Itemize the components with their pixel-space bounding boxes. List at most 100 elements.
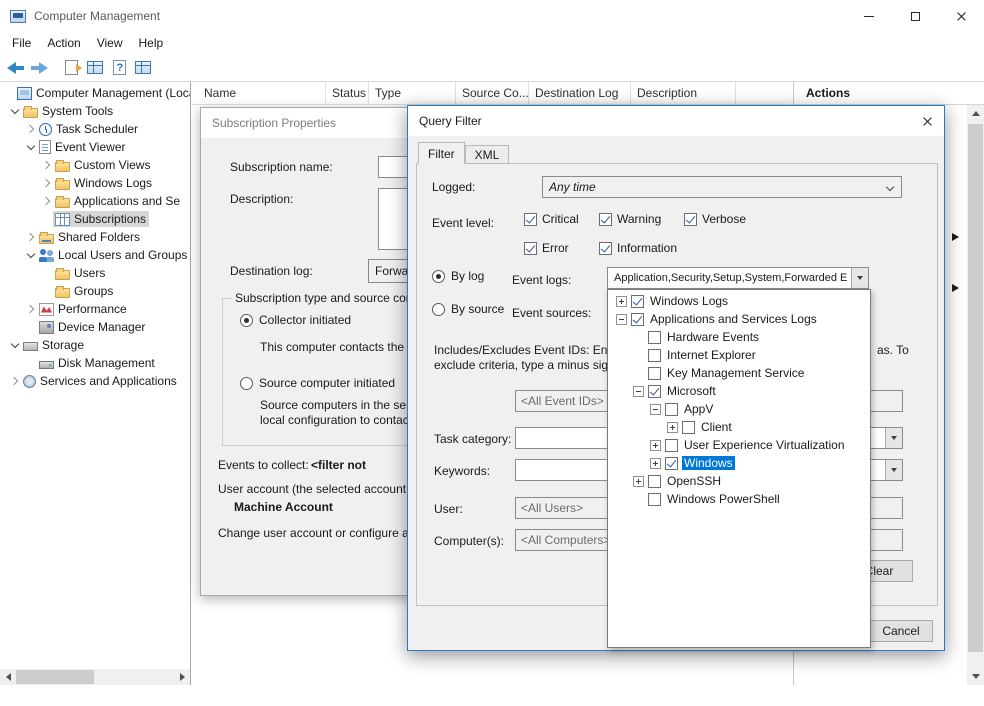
chevron-right-icon[interactable]	[24, 228, 37, 246]
vertical-scrollbar[interactable]	[967, 105, 984, 685]
column-header-status[interactable]: Status	[326, 82, 369, 104]
dropdown-button[interactable]	[885, 460, 902, 480]
checkbox-applications-and-services-logs[interactable]	[631, 313, 644, 326]
standard-view-button[interactable]	[132, 57, 154, 79]
tree-item-performance[interactable]: Performance	[0, 300, 190, 318]
checkbox-internet-explorer[interactable]	[648, 349, 661, 362]
scrollbar-thumb[interactable]	[968, 124, 983, 652]
tree-item-custom-views[interactable]: Custom Views	[0, 156, 190, 174]
log-tree-item-internet-explorer[interactable]: Internet Explorer	[608, 346, 870, 364]
dialog-close-button[interactable]	[911, 107, 943, 135]
column-header-name[interactable]: Name	[192, 82, 326, 104]
tab-filter[interactable]: Filter	[418, 142, 465, 164]
log-tree-item-windows-logs[interactable]: Windows Logs	[608, 292, 870, 310]
checkbox-microsoft[interactable]	[648, 385, 661, 398]
radio-button-icon[interactable]	[432, 303, 445, 316]
checkbox-icon[interactable]	[524, 213, 537, 226]
chevron-right-icon[interactable]	[24, 300, 37, 318]
checkbox-icon[interactable]	[524, 242, 537, 255]
expand-plus-icon[interactable]	[650, 440, 661, 451]
chevron-down-icon[interactable]	[8, 102, 21, 120]
scroll-right-button[interactable]	[174, 669, 190, 685]
back-button[interactable]	[4, 57, 26, 79]
checkbox-hardware-events[interactable]	[648, 331, 661, 344]
dropdown-button[interactable]	[851, 268, 868, 288]
tree-item-disk-management[interactable]: Disk Management	[0, 354, 190, 372]
by-log-radio[interactable]: By log	[432, 269, 484, 283]
log-tree-item-key-management-service[interactable]: Key Management Service	[608, 364, 870, 382]
log-tree-item-windows-powershell[interactable]: Windows PowerShell	[608, 490, 870, 508]
error-checkbox[interactable]: Error	[524, 241, 569, 255]
action-expand-arrow[interactable]	[952, 233, 959, 241]
scroll-up-button[interactable]	[967, 105, 984, 122]
menu-help[interactable]: Help	[131, 34, 172, 52]
event-logs-select[interactable]: Application,Security,Setup,System,Forwar…	[607, 267, 869, 289]
checkbox-appv[interactable]	[665, 403, 678, 416]
menu-action[interactable]: Action	[39, 34, 88, 52]
tree-item-subscriptions[interactable]: Subscriptions	[0, 210, 190, 228]
tab-xml[interactable]: XML	[465, 145, 510, 164]
scrollbar-track[interactable]	[16, 669, 174, 685]
by-source-radio[interactable]: By source	[432, 302, 504, 316]
menu-file[interactable]: File	[4, 34, 39, 52]
checkbox-icon[interactable]	[599, 213, 612, 226]
tree-item-system-tools[interactable]: System Tools	[0, 102, 190, 120]
menu-view[interactable]: View	[89, 34, 131, 52]
log-tree-item-windows[interactable]: Windows	[608, 454, 870, 472]
checkbox-icon[interactable]	[684, 213, 697, 226]
information-checkbox[interactable]: Information	[599, 241, 677, 255]
expand-plus-icon[interactable]	[616, 296, 627, 307]
tree-item-windows-logs[interactable]: Windows Logs	[0, 174, 190, 192]
radio-button-icon[interactable]	[240, 314, 253, 327]
tree-item-task-scheduler[interactable]: Task Scheduler	[0, 120, 190, 138]
chevron-down-icon[interactable]	[8, 336, 21, 354]
tree-item-shared-folders[interactable]: Shared Folders	[0, 228, 190, 246]
tree-item-computer-management-local[interactable]: Computer Management (Local	[0, 84, 190, 102]
checkbox-windows[interactable]	[665, 457, 678, 470]
verbose-checkbox[interactable]: Verbose	[684, 212, 746, 226]
log-tree-item-hardware-events[interactable]: Hardware Events	[608, 328, 870, 346]
logged-select[interactable]: Any time	[542, 176, 902, 198]
dropdown-button[interactable]	[885, 428, 902, 448]
log-tree-item-user-experience-virtualization[interactable]: User Experience Virtualization	[608, 436, 870, 454]
checkbox-client[interactable]	[682, 421, 695, 434]
expand-plus-icon[interactable]	[667, 422, 678, 433]
collapse-minus-icon[interactable]	[616, 314, 627, 325]
column-header-description[interactable]: Description	[631, 82, 736, 104]
chevron-right-icon[interactable]	[8, 372, 21, 390]
chevron-down-icon[interactable]	[24, 138, 37, 156]
tree-item-local-users-and-groups[interactable]: Local Users and Groups	[0, 246, 190, 264]
minimize-button[interactable]	[846, 0, 892, 32]
close-button[interactable]	[938, 0, 984, 32]
column-header-source-co[interactable]: Source Co...	[456, 82, 529, 104]
chevron-right-icon[interactable]	[40, 156, 53, 174]
chevron-right-icon[interactable]	[40, 174, 53, 192]
horizontal-scrollbar[interactable]	[0, 669, 190, 685]
tree-item-groups[interactable]: Groups	[0, 282, 190, 300]
tree-item-users[interactable]: Users	[0, 264, 190, 282]
tree-item-event-viewer[interactable]: Event Viewer	[0, 138, 190, 156]
critical-checkbox[interactable]: Critical	[524, 212, 579, 226]
radio-button-icon[interactable]	[432, 270, 445, 283]
tree-item-storage[interactable]: Storage	[0, 336, 190, 354]
expand-plus-icon[interactable]	[650, 458, 661, 469]
help-button[interactable]	[108, 57, 130, 79]
chevron-right-icon[interactable]	[40, 192, 53, 210]
cancel-button[interactable]: Cancel	[869, 620, 933, 642]
show-console-tree-button[interactable]	[84, 57, 106, 79]
checkbox-windows-powershell[interactable]	[648, 493, 661, 506]
radio-button-icon[interactable]	[240, 377, 253, 390]
source-initiated-radio[interactable]: Source computer initiated	[240, 376, 395, 390]
maximize-button[interactable]	[892, 0, 938, 32]
action-expand-arrow[interactable]	[952, 284, 959, 292]
chevron-right-icon[interactable]	[24, 120, 37, 138]
scrollbar-thumb[interactable]	[16, 670, 94, 684]
tree-item-device-manager[interactable]: Device Manager	[0, 318, 190, 336]
expand-plus-icon[interactable]	[633, 476, 644, 487]
checkbox-openssh[interactable]	[648, 475, 661, 488]
collapse-minus-icon[interactable]	[650, 404, 661, 415]
log-tree-item-microsoft[interactable]: Microsoft	[608, 382, 870, 400]
checkbox-windows-logs[interactable]	[631, 295, 644, 308]
checkbox-user-experience-virtualization[interactable]	[665, 439, 678, 452]
scroll-left-button[interactable]	[0, 669, 16, 685]
